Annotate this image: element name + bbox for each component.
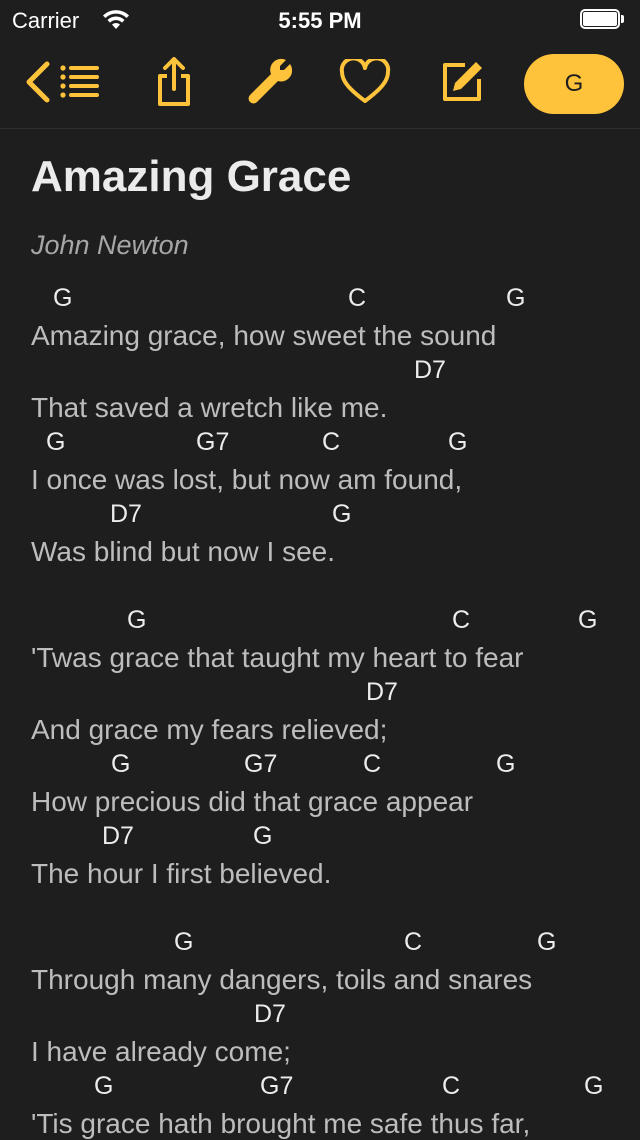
back-list-icon	[23, 60, 99, 109]
lyric-line: Amazing grace, how sweet the sound	[31, 320, 497, 351]
chord: C	[404, 928, 423, 956]
song-line: D7 G Was blind but now I see.	[31, 494, 631, 567]
edit-icon	[439, 59, 485, 110]
chord: D7	[102, 822, 134, 850]
chord: G	[94, 1072, 114, 1100]
song-line: G C G 'Twas grace that taught my heart t…	[31, 600, 631, 673]
chord: G7	[260, 1072, 294, 1100]
wrench-icon	[246, 58, 294, 111]
lyric-line: I once was lost, but now am found,	[31, 464, 463, 495]
chord: G	[578, 606, 598, 634]
edit-button[interactable]	[434, 40, 490, 128]
battery-icon	[580, 9, 626, 31]
song-line: G C G Amazing grace, how sweet the sound	[31, 278, 631, 351]
verse: G C G 'Twas grace that taught my heart t…	[31, 600, 631, 889]
song-author: John Newton	[31, 230, 189, 260]
song-title: Amazing Grace	[31, 152, 352, 201]
chord: G	[332, 500, 352, 528]
chord: G	[127, 606, 147, 634]
chord: G	[111, 750, 131, 778]
chord: G	[584, 1072, 604, 1100]
share-button[interactable]	[148, 40, 200, 128]
song-line: G G7 C G I once was lost, but now am fou…	[31, 422, 631, 495]
lyric-line: That saved a wretch like me.	[31, 392, 388, 423]
song-line: D7 I have already come;	[31, 994, 631, 1067]
verse: G C G Through many dangers, toils and sn…	[31, 922, 631, 1139]
lyric-line: I have already come;	[31, 1036, 291, 1067]
lyric-line: Through many dangers, toils and snares	[31, 964, 533, 995]
lyric-line: How precious did that grace appear	[31, 786, 474, 817]
heart-icon	[339, 55, 391, 110]
chord: G	[174, 928, 194, 956]
clock: 5:55 PM	[278, 8, 362, 33]
song-line: G G7 C G 'Tis grace hath brought me safe…	[31, 1066, 631, 1139]
song-body: G C G Amazing grace, how sweet the sound…	[31, 278, 631, 1139]
chord: G	[46, 428, 66, 456]
lyric-line: 'Tis grace hath brought me safe thus far…	[31, 1108, 531, 1139]
lyric-line: And grace my fears relieved;	[31, 714, 388, 745]
song-line: G C G Through many dangers, toils and sn…	[31, 922, 631, 995]
share-icon	[154, 56, 194, 112]
favorite-button[interactable]	[334, 40, 396, 128]
tools-button[interactable]	[240, 40, 300, 128]
chord: C	[452, 606, 471, 634]
back-list-button[interactable]	[22, 40, 100, 128]
chord: G	[506, 284, 526, 312]
chord: G	[496, 750, 516, 778]
verse: G C G Amazing grace, how sweet the sound…	[31, 278, 631, 567]
lyric-line: Was blind but now I see.	[31, 536, 336, 567]
lyric-line: 'Twas grace that taught my heart to fear	[31, 642, 524, 673]
chord: C	[322, 428, 341, 456]
lyric-line: The hour I first believed.	[31, 858, 332, 889]
chord: D7	[414, 356, 446, 384]
chord: G	[537, 928, 557, 956]
chord: D7	[366, 678, 398, 706]
chord: G7	[244, 750, 278, 778]
chord: D7	[110, 500, 142, 528]
chord: G	[253, 822, 273, 850]
chord: C	[363, 750, 382, 778]
chord: D7	[254, 1000, 286, 1028]
chord: G	[53, 284, 73, 312]
chord: G	[448, 428, 468, 456]
status-bar: Carrier 5:55 PM	[0, 0, 640, 40]
song-line: D7 G The hour I first believed.	[31, 816, 631, 889]
song-line: G G7 C G How precious did that grace app…	[31, 744, 631, 817]
chord: C	[348, 284, 367, 312]
chord: C	[442, 1072, 461, 1100]
song-line: D7 And grace my fears relieved;	[31, 672, 631, 745]
chord: G7	[196, 428, 230, 456]
toolbar: G	[0, 40, 640, 129]
song-line: D7 That saved a wretch like me.	[31, 350, 631, 423]
key-button[interactable]: G	[524, 54, 624, 114]
